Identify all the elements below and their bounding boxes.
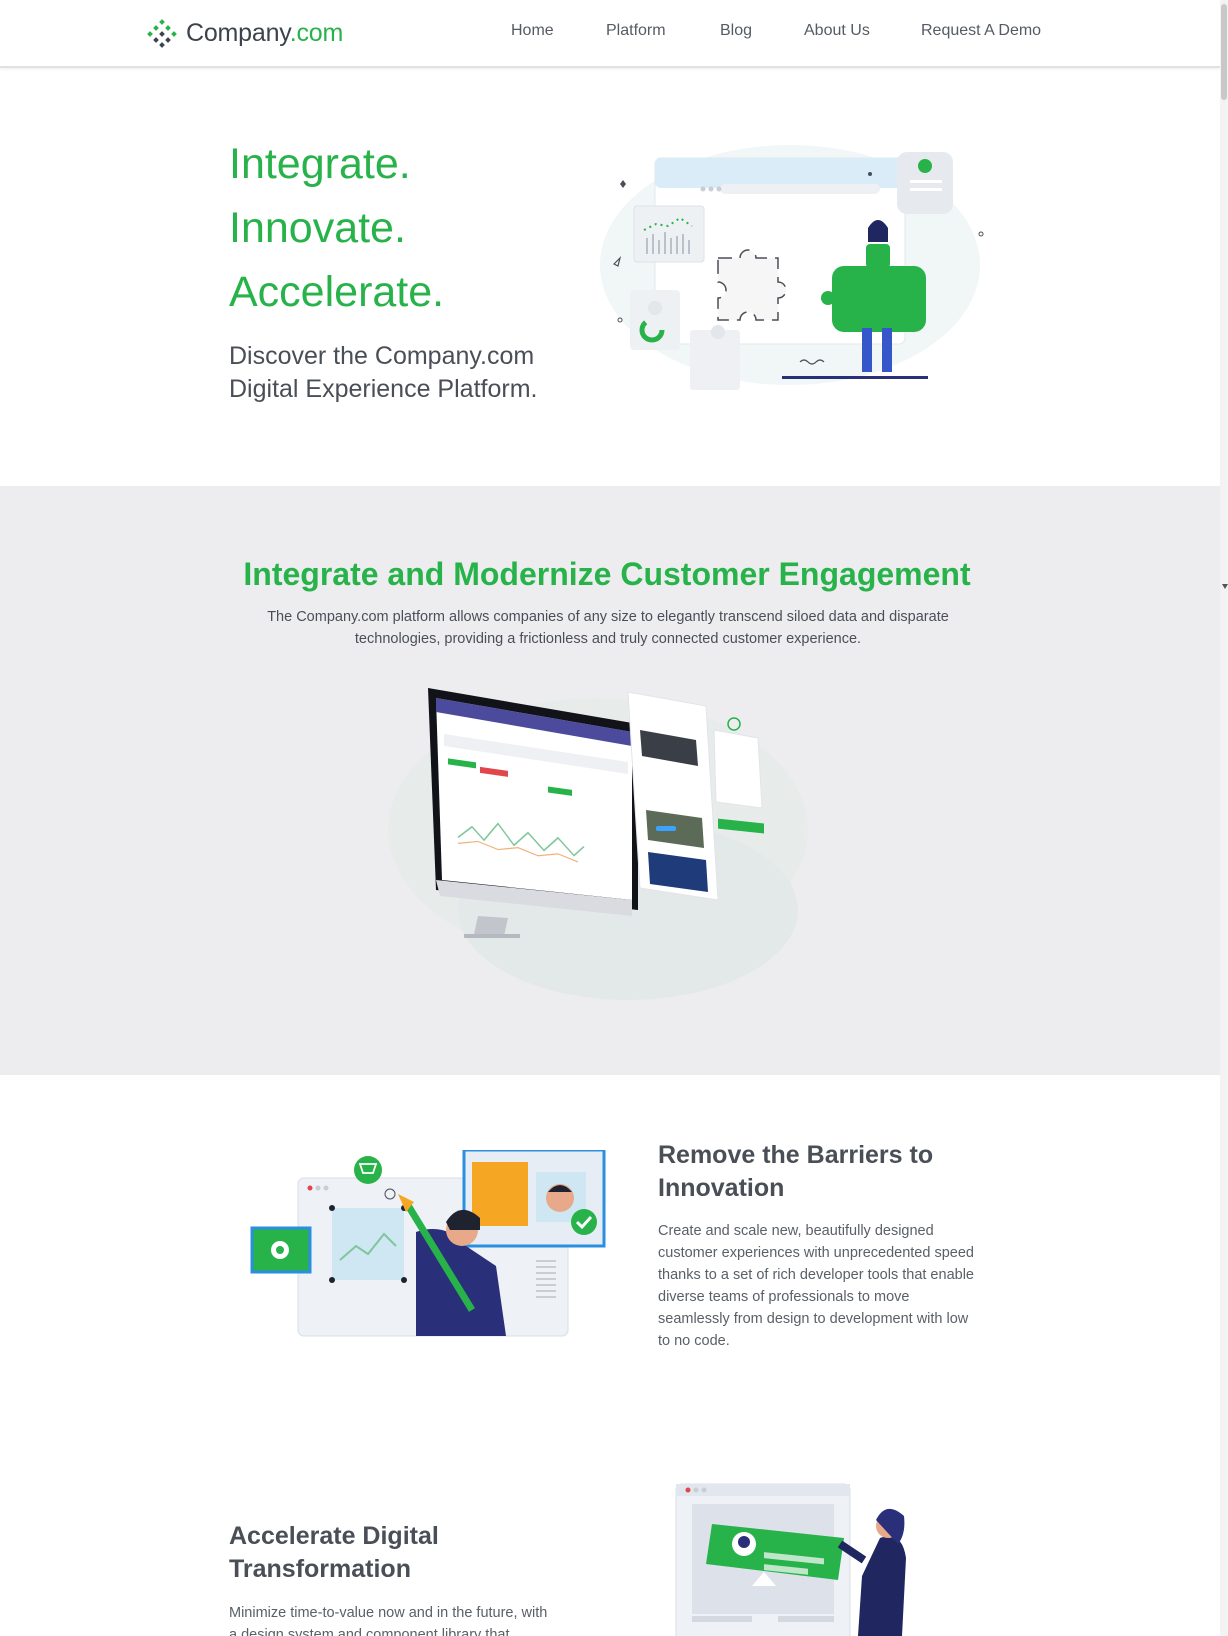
hero-line-accelerate: Accelerate.	[229, 268, 445, 316]
engagement-title: Integrate and Modernize Customer Engagem…	[243, 556, 971, 592]
hero-line-integrate: Integrate.	[229, 140, 411, 188]
accelerate-illustration	[675, 1483, 906, 1636]
hero-puzzle-illustration	[600, 145, 984, 390]
nav-request-demo[interactable]: Request A Demo	[921, 22, 1041, 40]
platform-monitor-illustration	[388, 688, 808, 1000]
scroll-down-arrow-icon[interactable]	[1222, 584, 1228, 589]
main-nav: Home Platform Blog About Us Request A De…	[0, 22, 1220, 46]
nav-home[interactable]: Home	[511, 22, 554, 40]
nav-about-us[interactable]: About Us	[804, 22, 870, 40]
feature-accelerate-title: Accelerate Digital Transformation	[229, 1522, 439, 1583]
barriers-illustration	[250, 1150, 606, 1337]
nav-blog[interactable]: Blog	[720, 22, 752, 40]
feature-accelerate-description: Minimize time-to-value now and in the fu…	[229, 1605, 548, 1636]
scrollbar-thumb[interactable]	[1221, 4, 1227, 100]
hero-line-innovate: Innovate.	[229, 204, 406, 252]
feature-barriers-title: Remove the Barriers to Innovation	[658, 1141, 934, 1202]
site-header: Company.com Home Platform Blog About Us …	[0, 0, 1220, 68]
engagement-description: The Company.com platform allows companie…	[267, 609, 949, 647]
nav-platform[interactable]: Platform	[606, 22, 666, 40]
scrollbar[interactable]	[1220, 0, 1228, 1636]
hero-subtitle: Discover the Company.com Digital Experie…	[229, 342, 538, 403]
feature-barriers-description: Create and scale new, beautifully design…	[658, 1223, 974, 1349]
